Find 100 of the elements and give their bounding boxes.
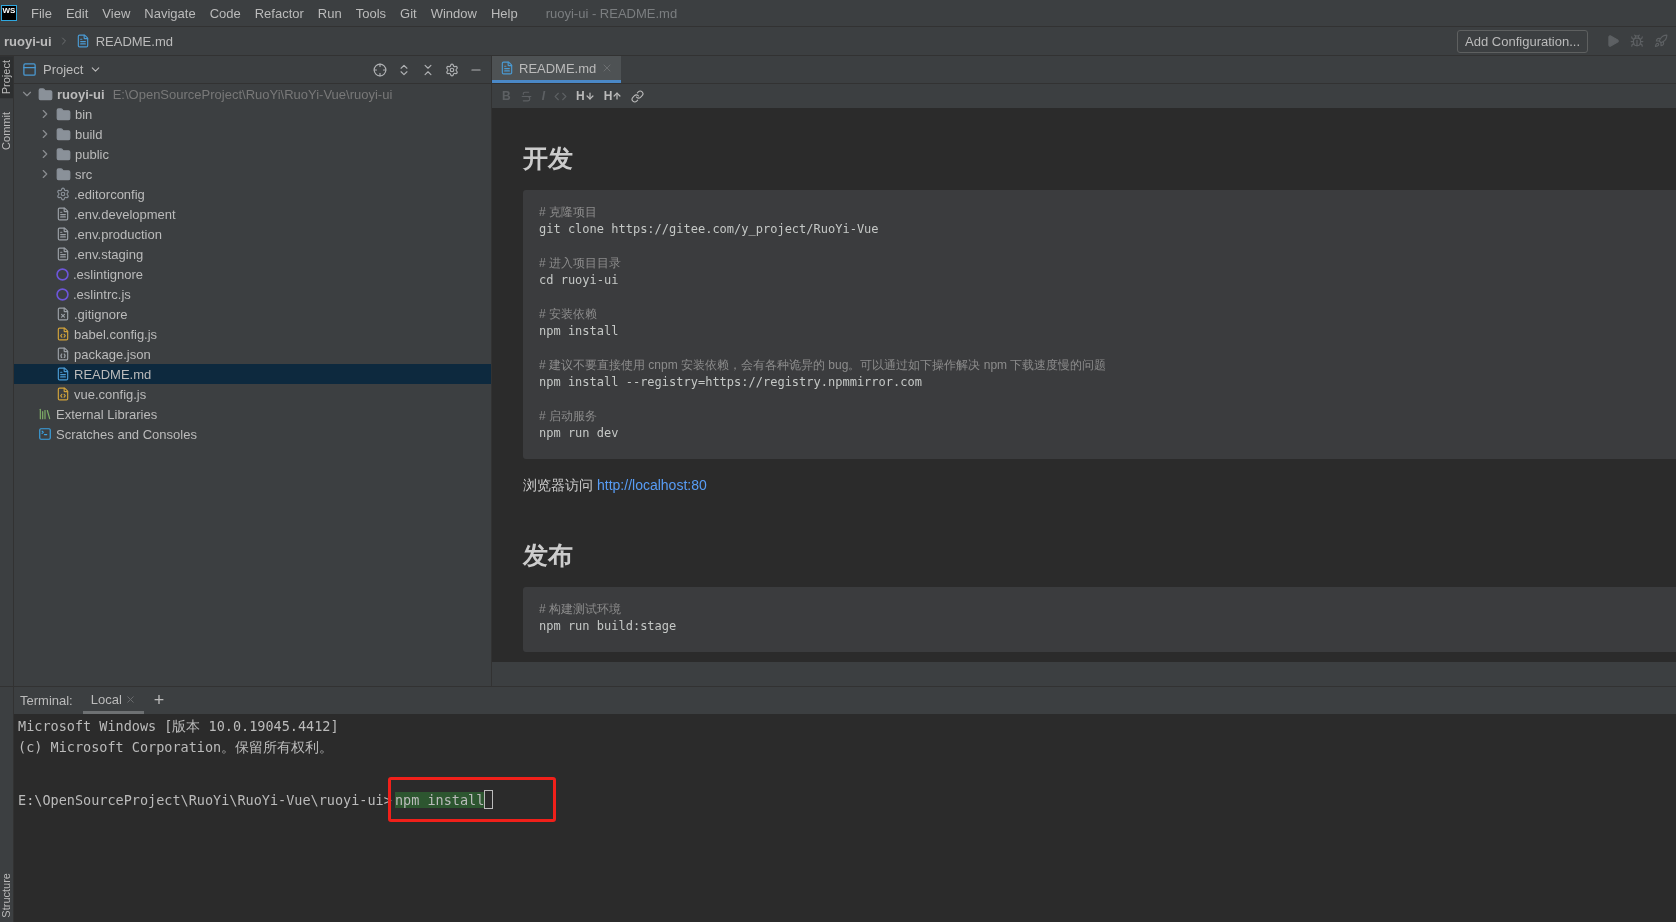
item-label: README.md — [74, 366, 152, 382]
code-comment: # 建议不要直接使用 cnpm 安装依赖，会有各种诡异的 bug。可以通过如下操作解决 npm 下载速度慢的问题 — [539, 357, 1108, 374]
menu-item[interactable]: File — [31, 5, 52, 21]
tree-item[interactable]: src — [14, 164, 491, 184]
collapse-all-icon[interactable] — [421, 62, 435, 77]
side-tab[interactable]: Project — [0, 56, 13, 99]
tree-item[interactable]: .eslintrc.js — [14, 284, 491, 304]
menu-item[interactable]: Tools — [355, 5, 387, 21]
folder-icon — [56, 166, 71, 182]
add-configuration-button[interactable]: Add Configuration... — [1457, 29, 1588, 53]
menu-item[interactable]: Help — [490, 5, 518, 21]
file-icon — [56, 207, 70, 221]
side-tab[interactable]: Structure — [0, 869, 13, 922]
folder-icon — [56, 146, 71, 162]
terminal-line: Microsoft Windows [版本 10.0.19045.4412] — [18, 718, 340, 735]
tree-item[interactable]: build — [14, 124, 491, 144]
arrow-up-icon — [612, 91, 623, 101]
scratch-icon — [38, 427, 52, 441]
item-label: .gitignore — [74, 306, 128, 322]
ring-icon — [56, 267, 69, 281]
tree-item[interactable]: External Libraries — [14, 404, 491, 424]
terminal-line: (c) Microsoft Corporation。保留所有权利。 — [18, 739, 335, 756]
close-icon[interactable] — [124, 693, 136, 705]
item-label: .eslintignore — [73, 266, 144, 282]
ignored-file-icon — [56, 307, 70, 321]
url-link[interactable]: http://localhost:80 — [597, 477, 707, 495]
item-label: .editorconfig — [74, 186, 145, 202]
locate-icon[interactable] — [373, 62, 387, 77]
settings-icon[interactable] — [445, 62, 459, 77]
editor-tab[interactable]: README.md — [492, 56, 622, 83]
menu-item[interactable]: Run — [317, 5, 342, 21]
menu-item[interactable]: Window — [430, 5, 477, 21]
item-label: build — [75, 126, 103, 142]
tree-item[interactable]: Scratches and Consoles — [14, 424, 491, 444]
json-file-icon — [56, 347, 70, 361]
menu-item[interactable]: Edit — [65, 5, 89, 21]
heading-down-button[interactable]: H — [576, 89, 595, 103]
breadcrumb-item[interactable]: ruoyi-ui — [4, 33, 52, 49]
paragraph-text: 浏览器访问 — [523, 477, 593, 495]
terminal-command: npm install — [394, 791, 485, 808]
tree-item[interactable]: public — [14, 144, 491, 164]
section-heading: 开发 — [523, 144, 574, 174]
library-icon — [38, 407, 52, 421]
item-label: src — [75, 166, 93, 182]
tree-item[interactable]: .env.development — [14, 204, 491, 224]
tree-item[interactable]: vue.config.js — [14, 384, 491, 404]
tree-item[interactable]: .env.production — [14, 224, 491, 244]
code-line: cd ruoyi-ui — [539, 272, 620, 289]
js-file-icon — [56, 327, 70, 341]
item-label: babel.config.js — [74, 326, 158, 342]
item-label: .env.staging — [74, 246, 144, 262]
app-logo: WS — [1, 5, 17, 21]
menu-item[interactable]: Navigate — [144, 5, 196, 21]
code-line: npm install — [539, 323, 620, 340]
ring-icon — [56, 287, 69, 301]
bug-icon[interactable] — [1630, 34, 1644, 48]
markdown-file-icon — [56, 367, 70, 381]
side-tab[interactable]: Commit — [0, 108, 13, 155]
window-title: ruoyi-ui - README.md — [545, 5, 678, 21]
tree-item[interactable]: .editorconfig — [14, 184, 491, 204]
folder-icon — [56, 106, 71, 122]
item-label: Scratches and Consoles — [56, 426, 197, 442]
panel-icon — [22, 62, 37, 77]
tree-item[interactable]: ruoyi-ui E:\OpenSourceProject\RuoYi\RuoYi-Vue\ruoyi-ui — [14, 84, 491, 104]
code-comment: # 构建测试环境 — [539, 601, 622, 618]
code-comment: # 启动服务 — [539, 408, 598, 425]
tree-item[interactable]: bin — [14, 104, 491, 124]
folder-icon — [38, 86, 53, 102]
heading-up-button[interactable]: H — [603, 89, 623, 103]
run-icon[interactable] — [1606, 34, 1620, 48]
tree-item[interactable]: babel.config.js — [14, 324, 491, 344]
menu-item[interactable]: Code — [209, 5, 241, 21]
markdown-file-icon — [500, 61, 514, 75]
js-file-icon — [56, 387, 70, 401]
path-label: E:\OpenSourceProject\RuoYi\RuoYi-Vue\ruoyi-ui — [112, 86, 393, 102]
item-label: .env.production — [74, 226, 162, 242]
section-heading: 发布 — [523, 541, 574, 571]
code-line: npm run dev — [539, 425, 620, 442]
link-button[interactable] — [631, 89, 645, 103]
code-comment: # 安装依赖 — [539, 306, 598, 323]
arrow-down-icon — [584, 91, 595, 101]
new-tab-button[interactable]: + — [153, 690, 165, 711]
terminal-label: Terminal: — [20, 693, 73, 708]
file-icon — [56, 247, 70, 261]
gear-icon — [56, 187, 70, 201]
item-label: .eslintrc.js — [73, 286, 131, 302]
item-label: vue.config.js — [74, 386, 147, 402]
tree-item[interactable]: .eslintignore — [14, 264, 491, 284]
panel-title[interactable]: Project — [43, 62, 84, 77]
tree-item[interactable]: package.json — [14, 344, 491, 364]
terminal-tab[interactable]: Local — [82, 687, 144, 714]
tree-item[interactable]: .gitignore — [14, 304, 491, 324]
menu-item[interactable]: Refactor — [254, 5, 304, 21]
item-label: bin — [75, 106, 93, 122]
code-comment: # 进入项目目录 — [539, 255, 622, 272]
breadcrumb-item[interactable]: README.md — [95, 33, 173, 49]
tree-item[interactable]: .env.staging — [14, 244, 491, 264]
tree-item[interactable]: README.md — [14, 364, 491, 384]
menu-item[interactable]: Git — [400, 5, 417, 21]
menu-item[interactable]: View — [102, 5, 131, 21]
